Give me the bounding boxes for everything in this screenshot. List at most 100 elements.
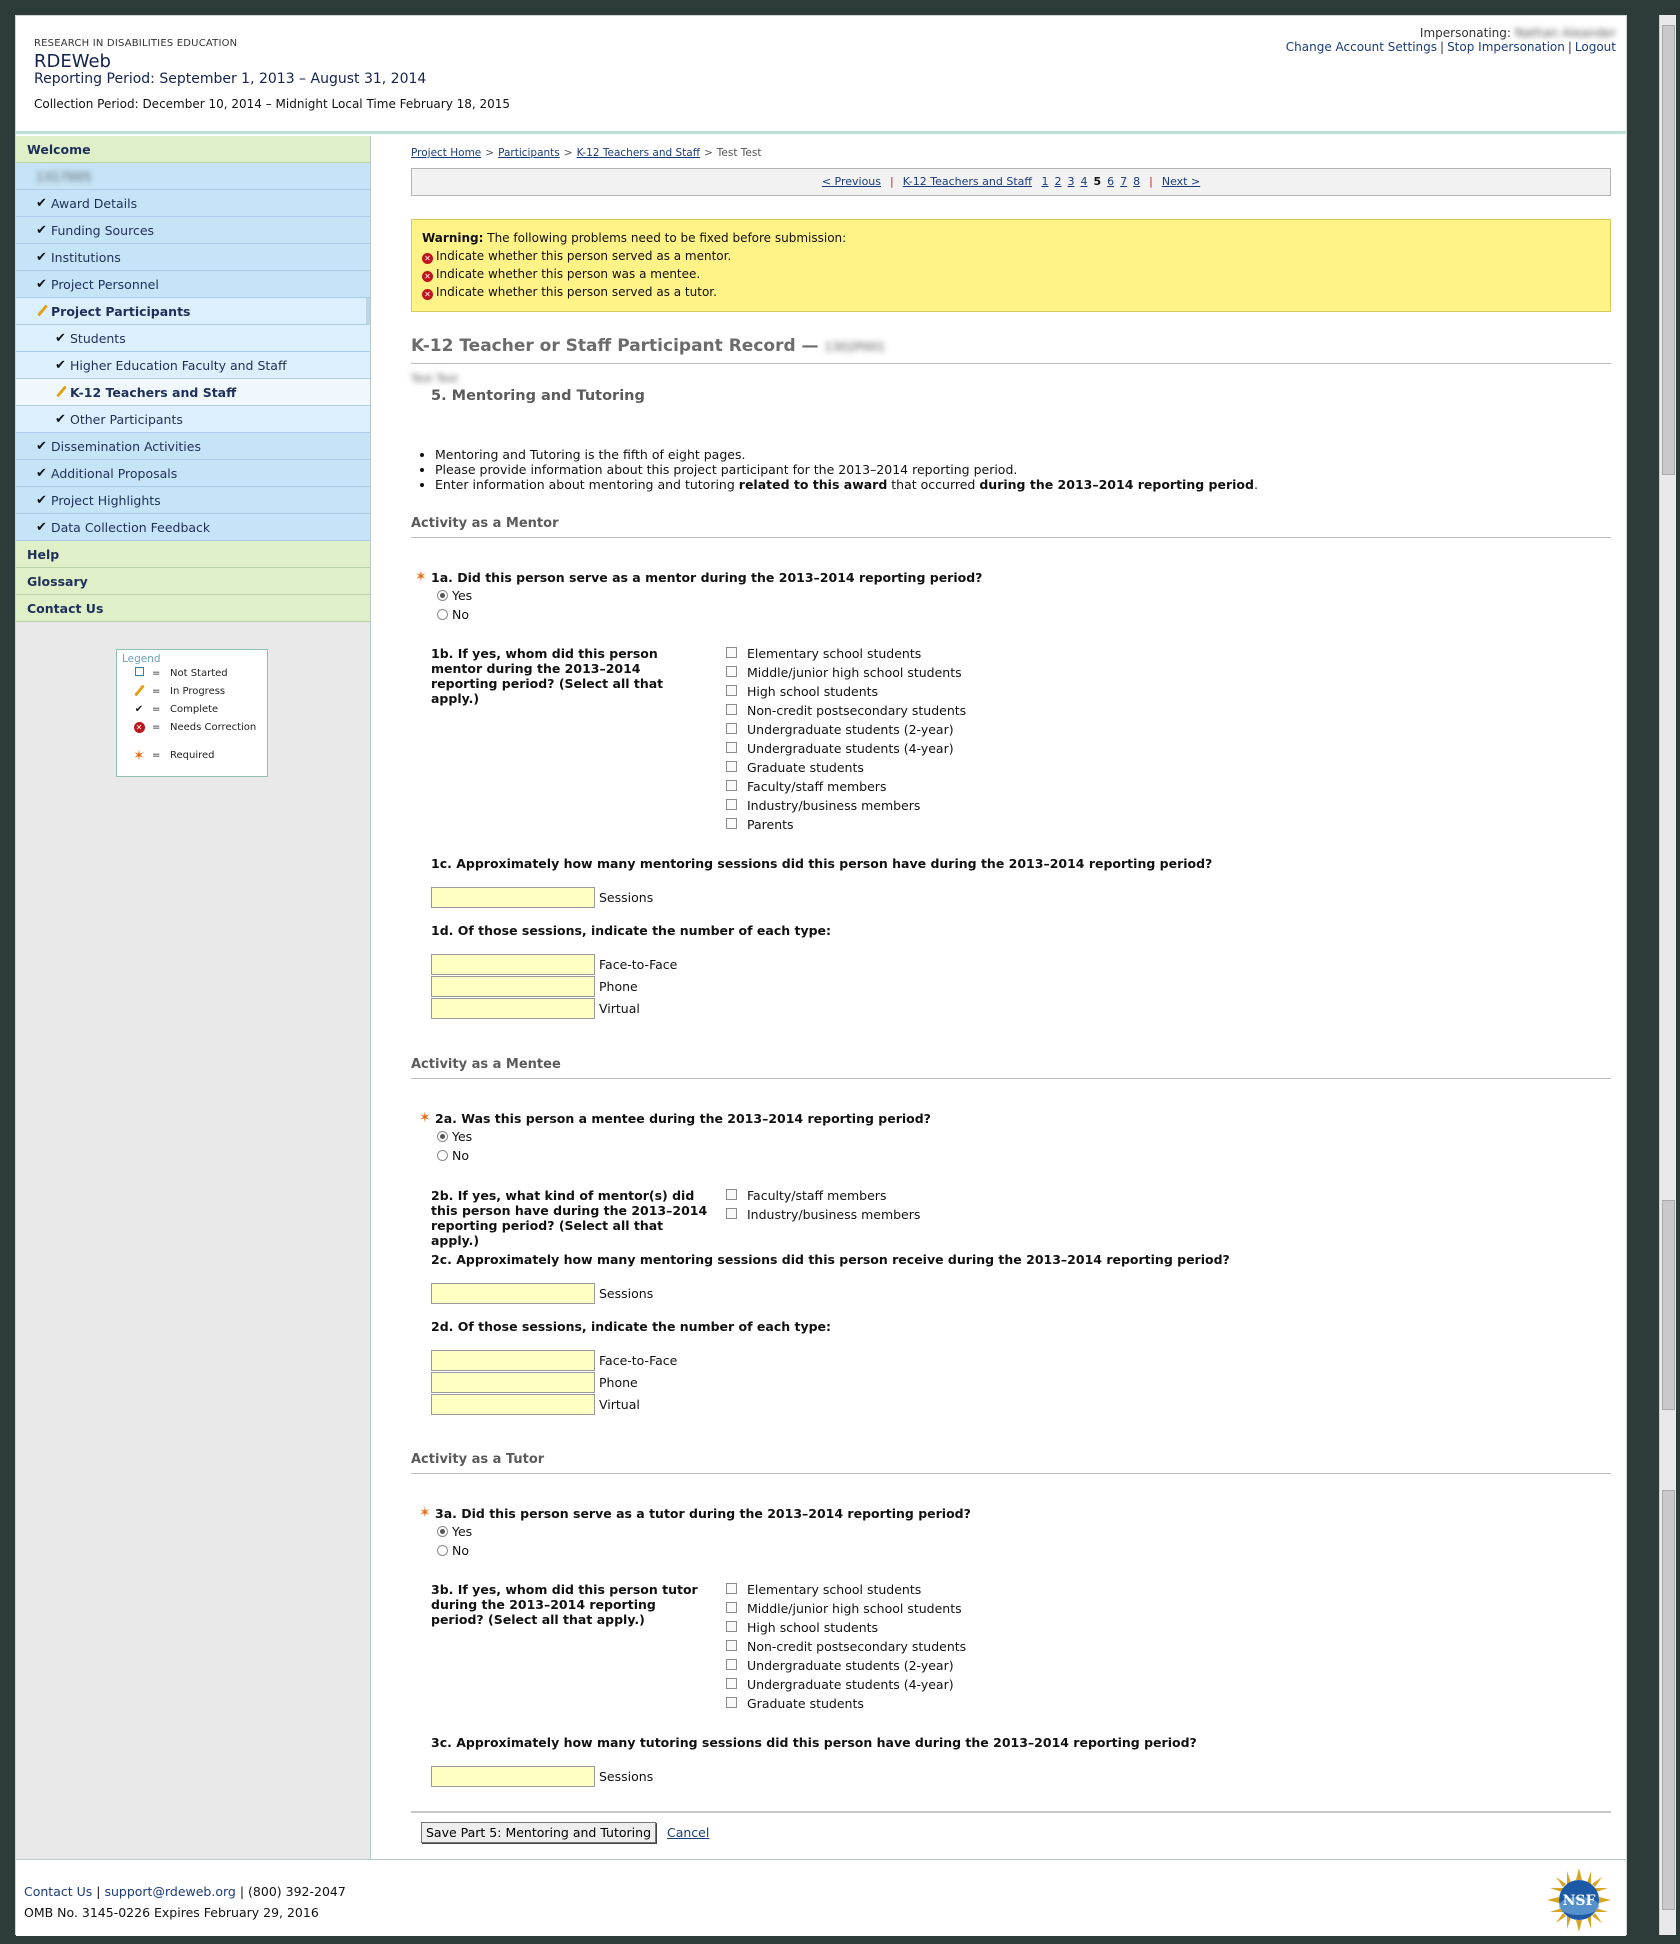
checkbox-option[interactable]: Industry/business members [726, 796, 966, 815]
radio-1a-no[interactable]: No [437, 607, 469, 623]
legend-eq: = [152, 686, 161, 697]
sidebar-item-project-personnel[interactable]: ✔ Project Personnel [16, 271, 370, 298]
pencil-icon [36, 298, 48, 325]
sidebar-item-higher-ed-faculty[interactable]: ✔ Higher Education Faculty and Staff [16, 352, 370, 379]
sidebar-item-students[interactable]: ✔ Students [16, 325, 370, 352]
pager-previous-link[interactable]: < Previous [822, 175, 881, 188]
pager-page-6[interactable]: 6 [1107, 175, 1114, 188]
breadcrumb-participants[interactable]: Participants [498, 147, 560, 159]
scrollbar-thumb[interactable] [1662, 1490, 1675, 1910]
radio-2a-no[interactable]: No [437, 1148, 469, 1164]
intro-list: Mentoring and Tutoring is the fifth of e… [423, 447, 1258, 492]
breadcrumb-current: Test Test [716, 147, 762, 159]
pager-page-7[interactable]: 7 [1120, 175, 1127, 188]
checkbox-option[interactable]: Elementary school students [726, 1580, 966, 1599]
pager-page-4[interactable]: 4 [1080, 175, 1087, 188]
sidebar-item-funding-sources[interactable]: ✔ Funding Sources [16, 217, 370, 244]
check-icon: ✔ [36, 277, 47, 292]
scrollbar-thumb[interactable] [1662, 1200, 1675, 1410]
virtual-input[interactable] [431, 998, 595, 1019]
checkbox-option[interactable]: Non-credit postsecondary students [726, 1637, 966, 1656]
not-started-icon [132, 665, 146, 683]
radio-3a-no[interactable]: No [437, 1543, 469, 1559]
pager-page-8[interactable]: 8 [1133, 175, 1140, 188]
save-button[interactable]: Save Part 5: Mentoring and Tutoring [421, 1822, 656, 1843]
radio-2a-yes[interactable]: Yes [437, 1129, 472, 1145]
sessions-input[interactable] [431, 1283, 595, 1304]
checkbox-option[interactable]: Graduate students [726, 758, 966, 777]
radio-1a-yes[interactable]: Yes [437, 588, 472, 604]
logout-link[interactable]: Logout [1575, 40, 1616, 54]
footer-sep: | [96, 1884, 101, 1899]
face-to-face-input[interactable] [431, 954, 595, 975]
checkbox-label: Industry/business members [747, 1207, 921, 1222]
pager-page-3[interactable]: 3 [1067, 175, 1074, 188]
checkbox-option[interactable]: Middle/junior high school students [726, 1599, 966, 1618]
radio-3a-yes[interactable]: Yes [437, 1524, 472, 1540]
face-to-face-input[interactable] [431, 1350, 595, 1371]
checkbox-option[interactable]: Non-credit postsecondary students [726, 701, 966, 720]
checkbox-option[interactable]: Parents [726, 815, 966, 834]
sidebar-item-additional-proposals[interactable]: ✔ Additional Proposals [16, 460, 370, 487]
question-2a: ✶ 2a. Was this person a mentee during the… [419, 1110, 931, 1126]
sidebar-item-institutions[interactable]: ✔ Institutions [16, 244, 370, 271]
check-icon: ✔ [36, 493, 47, 508]
checkbox-option[interactable]: Elementary school students [726, 644, 966, 663]
checkbox-option[interactable]: Undergraduate students (4-year) [726, 739, 966, 758]
sidebar-item-feedback[interactable]: ✔ Data Collection Feedback [16, 514, 370, 541]
phone-input[interactable] [431, 1372, 595, 1393]
sidebar-item-label: Data Collection Feedback [51, 520, 211, 535]
sidebar: Welcome 1317005 ✔ Award Details ✔ Funding … [16, 136, 371, 1859]
link-separator: | [1440, 40, 1445, 54]
checkbox-option[interactable]: Faculty/staff members [726, 1186, 920, 1205]
page-scrollbar[interactable] [1659, 15, 1676, 1935]
pager-section-link[interactable]: K-12 Teachers and Staff [903, 175, 1032, 188]
checkbox-option[interactable]: Faculty/staff members [726, 777, 966, 796]
sidebar-welcome[interactable]: Welcome [16, 136, 370, 163]
sessions-input[interactable] [431, 1766, 595, 1787]
breadcrumb-sep: > [563, 147, 573, 159]
sidebar-contact[interactable]: Contact Us [16, 595, 370, 622]
checkbox-option[interactable]: Graduate students [726, 1694, 966, 1713]
sidebar-item-label: Project Highlights [51, 493, 161, 508]
radio-label: Yes [452, 588, 473, 603]
impersonated-user: Nathan Aleander [1514, 26, 1616, 40]
sidebar-item-other-participants[interactable]: ✔ Other Participants [16, 406, 370, 433]
sidebar-item-k12-teachers[interactable]: K-12 Teachers and Staff [16, 379, 370, 406]
required-icon: ✶ [133, 748, 145, 764]
checkbox-option[interactable]: High school students [726, 1618, 966, 1637]
sidebar-help[interactable]: Help [16, 541, 370, 568]
pager-page-1[interactable]: 1 [1041, 175, 1048, 188]
checkbox-option[interactable]: Undergraduate students (4-year) [726, 1675, 966, 1694]
change-account-settings-link[interactable]: Change Account Settings [1286, 40, 1437, 54]
breadcrumb-project-home[interactable]: Project Home [411, 147, 481, 159]
sidebar-item-project-highlights[interactable]: ✔ Project Highlights [16, 487, 370, 514]
sidebar-award-id[interactable]: 1317005 [16, 163, 370, 190]
sidebar-item-award-details[interactable]: ✔ Award Details [16, 190, 370, 217]
checkbox-label: Undergraduate students (2-year) [747, 722, 954, 737]
checkbox-option[interactable]: High school students [726, 682, 966, 701]
phone-input[interactable] [431, 976, 595, 997]
sidebar-item-dissemination[interactable]: ✔ Dissemination Activities [16, 433, 370, 460]
sidebar-item-label: Funding Sources [51, 223, 155, 238]
pager-next-link[interactable]: Next > [1162, 175, 1200, 188]
pager-page-2[interactable]: 2 [1054, 175, 1061, 188]
checkbox-option[interactable]: Industry/business members [726, 1205, 920, 1224]
breadcrumb-k12[interactable]: K-12 Teachers and Staff [577, 147, 700, 159]
checkbox-option[interactable]: Undergraduate students (2-year) [726, 1656, 966, 1675]
sidebar-glossary[interactable]: Glossary [16, 568, 370, 595]
sessions-input[interactable] [431, 887, 595, 908]
sidebar-item-project-participants[interactable]: Project Participants [16, 298, 370, 325]
cancel-link[interactable]: Cancel [667, 1825, 709, 1840]
virtual-input[interactable] [431, 1394, 595, 1415]
record-pager: < Previous | K-12 Teachers and Staff 12345… [411, 168, 1611, 196]
footer-email-link[interactable]: support@rdeweb.org [104, 1884, 235, 1899]
checkbox-option[interactable]: Undergraduate students (2-year) [726, 720, 966, 739]
stop-impersonation-link[interactable]: Stop Impersonation [1447, 40, 1565, 54]
record-name: Test Test [411, 372, 458, 385]
checkbox-option[interactable]: Middle/junior high school students [726, 663, 966, 682]
footer-contact-link[interactable]: Contact Us [24, 1884, 92, 1899]
divider [411, 1811, 1611, 1813]
scrollbar-thumb[interactable] [1662, 25, 1675, 475]
collection-period: Collection Period: December 10, 2014 – M… [34, 97, 511, 111]
